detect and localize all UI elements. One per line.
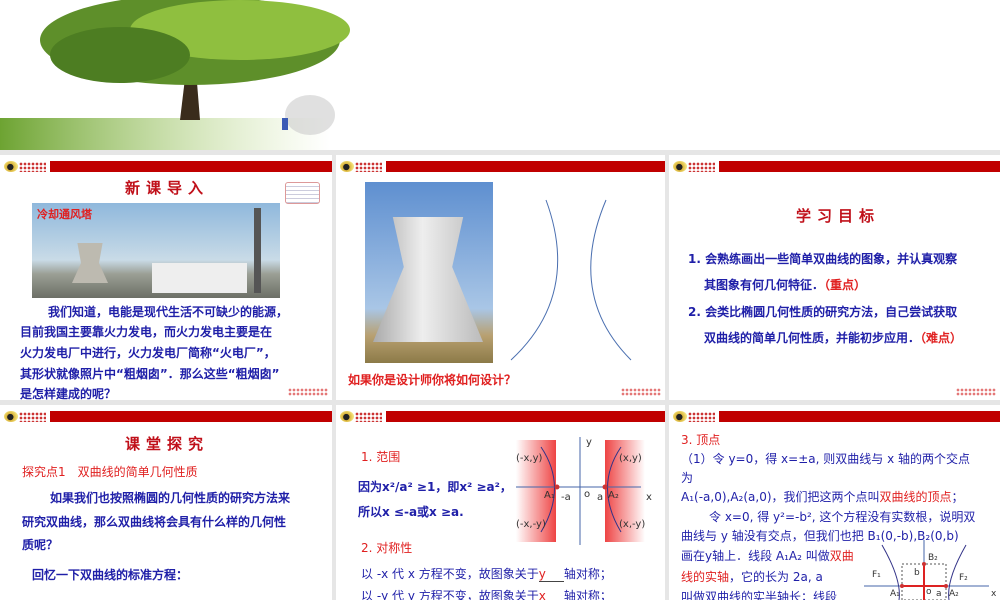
vertex-label: B₂ bbox=[928, 553, 938, 563]
dots-decoration bbox=[355, 412, 382, 422]
difficulty-tag: （难点） bbox=[920, 331, 963, 345]
logo-icon bbox=[340, 411, 354, 422]
slide-goals[interactable]: 学习目标 1. 会熟练画出一些简单双曲线的图象，并认真观察 其图象有何几何特征．… bbox=[669, 155, 1000, 400]
focus-label: F₁ bbox=[872, 570, 881, 580]
answer-blank: y bbox=[538, 567, 564, 582]
body-line: 如果我们也按照椭圆的几何性质的研究方法来 bbox=[50, 491, 291, 505]
axis-label: x bbox=[991, 589, 997, 599]
logo-icon bbox=[4, 161, 18, 172]
body-line: （1）令 y=0，得 x=±a, 则双曲线与 x 轴的两个交点 bbox=[681, 452, 970, 466]
slide-header bbox=[0, 411, 332, 423]
slide-tower[interactable]: 如果你是设计师你将如何设计？ bbox=[336, 155, 665, 400]
point-label: (x,y) bbox=[619, 453, 642, 464]
key-tag: （重点） bbox=[824, 278, 867, 292]
header-bar bbox=[719, 411, 1000, 422]
footer-dots bbox=[621, 388, 661, 396]
slide-range-symmetry[interactable]: 1. 范围 因为x²/a² ≥1，即x² ≥a²， 所以x ≤-a或x ≥a. … bbox=[336, 405, 665, 600]
body-line: 画在y轴上．线段 A₁A₂ 叫做双曲 bbox=[681, 549, 854, 563]
heading-symmetry: 2. 对称性 bbox=[361, 541, 413, 555]
axis-label: x bbox=[646, 492, 652, 503]
slide-title: 课堂探究 bbox=[125, 435, 210, 453]
body-line: 叫做双曲线的实半轴长；线段 bbox=[681, 590, 838, 600]
tick-label: -a bbox=[561, 492, 571, 503]
power-plant-photo: 冷却通风塔 bbox=[32, 203, 280, 298]
point-label: (x,-y) bbox=[619, 519, 646, 530]
point-label: (-x,-y) bbox=[516, 519, 546, 530]
range-formula: 因为x²/a² ≥1，即x² ≥a²， bbox=[358, 480, 512, 494]
body-line: 为 bbox=[681, 471, 694, 485]
body-line: 是怎样建成的呢？ bbox=[20, 387, 117, 400]
symmetry-line: 以 -x 代 x 方程不变，故图象关于y 轴对称； bbox=[361, 567, 612, 582]
slide-cover[interactable] bbox=[0, 0, 1000, 150]
slide-explore[interactable]: 课堂探究 探究点1 双曲线的简单几何性质 如果我们也按照椭圆的几何性质的研究方法… bbox=[0, 405, 332, 600]
section-subtitle: 探究点1 双曲线的简单几何性质 bbox=[22, 465, 198, 479]
body-line: 我们知道，电能是现代生活不可缺少的能源， bbox=[48, 305, 289, 319]
header-bar bbox=[50, 161, 332, 172]
logo-icon bbox=[673, 411, 687, 422]
point-label: (-x,y) bbox=[516, 453, 543, 464]
length-label: a bbox=[936, 589, 942, 599]
vertex-diagram: B₂ b F₁ F₂ o a A₁ A₂ x bbox=[864, 540, 1000, 600]
goal-line: 其图象有何几何特征．（重点） bbox=[704, 278, 867, 292]
body-line: 火力发电厂中进行，火力发电厂简称“火电厂”， bbox=[20, 346, 276, 360]
vertex-label: A₁ bbox=[890, 589, 900, 599]
range-result: 所以x ≤-a或x ≥a. bbox=[358, 505, 464, 519]
photo-label: 冷却通风塔 bbox=[37, 208, 92, 221]
dots-decoration bbox=[355, 162, 382, 172]
body-line: 令 x=0, 得 y²=-b², 这个方程没有实数根，说明双 bbox=[709, 510, 976, 524]
goal-line: 1. 会熟练画出一些简单双曲线的图象，并认真观察 bbox=[688, 252, 958, 266]
length-label: b bbox=[914, 568, 920, 578]
origin-label: o bbox=[584, 489, 591, 500]
axis-label: y bbox=[586, 437, 592, 448]
goal-line: 2. 会类比椭圆几何性质的研究方法，自己尝试获取 bbox=[688, 305, 958, 319]
heading-range: 1. 范围 bbox=[361, 450, 401, 464]
goal-line: 双曲线的简单几何性质，并能初步应用．（难点） bbox=[704, 331, 963, 345]
logo-icon bbox=[673, 161, 687, 172]
slide-vertex[interactable]: 3. 顶点 （1）令 y=0，得 x=±a, 则双曲线与 x 轴的两个交点 为 … bbox=[669, 405, 1000, 600]
logo-icon bbox=[4, 411, 18, 422]
tree-photo bbox=[0, 0, 350, 150]
header-bar bbox=[50, 411, 332, 422]
slide-title: 新课导入 bbox=[125, 179, 210, 197]
tick-label: a bbox=[597, 492, 604, 503]
range-diagram: (-x,y) (x,y) (-x,-y) (x,-y) A₁ A₂ -a o a… bbox=[516, 437, 656, 545]
header-bar bbox=[386, 411, 665, 422]
slide-header bbox=[336, 161, 665, 173]
vertex-label: A₂ bbox=[608, 490, 619, 501]
origin-label: o bbox=[926, 587, 932, 597]
slide-header bbox=[0, 161, 332, 173]
vertex-label: A₂ bbox=[949, 589, 959, 599]
slide-intro[interactable]: 新课导入 冷却通风塔 我们知道，电能是现代生活不可缺少的能源， 目前我国主要靠火… bbox=[0, 155, 332, 400]
design-question: 如果你是设计师你将如何设计？ bbox=[348, 373, 517, 387]
body-line: 回忆一下双曲线的标准方程： bbox=[32, 568, 189, 582]
vertex-label: A₁ bbox=[544, 490, 555, 501]
dots-decoration bbox=[19, 412, 46, 422]
slide-title: 学习目标 bbox=[796, 207, 881, 225]
body-line: 线的实轴，它的长为 2a, a bbox=[681, 570, 823, 584]
hyperbola-curves bbox=[510, 199, 632, 361]
footer-dots bbox=[288, 388, 328, 396]
focus-label: F₂ bbox=[959, 573, 968, 583]
body-line: A₁(-a,0),A₂(a,0)，我们把这两个点叫双曲线的顶点； bbox=[681, 490, 964, 504]
slide-header bbox=[336, 411, 665, 423]
header-bar bbox=[386, 161, 665, 172]
symmetry-line: 以 -y 代 y 方程不变，故图象关于x 轴对称； bbox=[361, 587, 612, 600]
cooling-tower-photo bbox=[365, 182, 493, 363]
note-box bbox=[285, 182, 320, 204]
dots-decoration bbox=[688, 412, 715, 422]
footer-dots bbox=[956, 388, 996, 396]
slide-header bbox=[669, 161, 1000, 173]
heading-vertex: 3. 顶点 bbox=[681, 433, 721, 447]
answer-blank: x bbox=[538, 589, 546, 600]
body-line: 其形状就像照片中“粗烟囱”．那么这些“粗烟囱” bbox=[20, 367, 280, 381]
body-line: 目前我国主要靠火力发电，而火力发电主要是在 bbox=[20, 325, 273, 339]
header-bar bbox=[719, 161, 1000, 172]
body-line: 研究双曲线，那么双曲线将会具有什么样的几何性 bbox=[22, 515, 287, 529]
dots-decoration bbox=[688, 162, 715, 172]
logo-icon bbox=[340, 161, 354, 172]
slide-header bbox=[669, 411, 1000, 423]
body-line: 质呢？ bbox=[22, 538, 59, 552]
dots-decoration bbox=[19, 162, 46, 172]
